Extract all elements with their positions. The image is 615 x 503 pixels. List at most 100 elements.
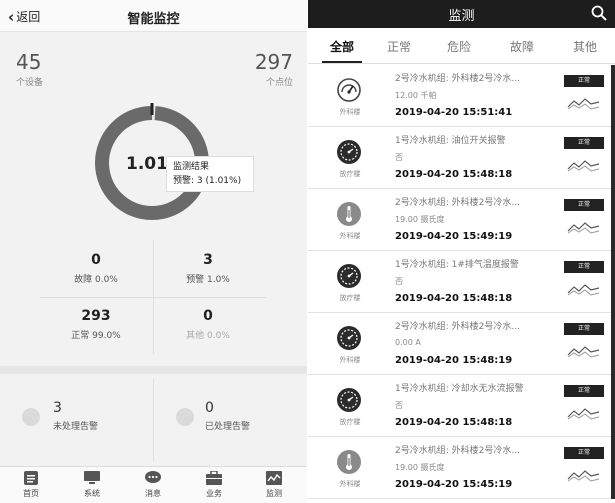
point-value: 19.00 摄氏度: [395, 215, 445, 224]
tab-home[interactable]: 首页: [11, 471, 51, 499]
building-label: 外科楼: [339, 480, 361, 488]
trend-chart-icon[interactable]: [566, 279, 602, 299]
dial-icon: [337, 140, 361, 164]
trend-chart-icon[interactable]: [566, 403, 602, 423]
status-badge: 正常: [564, 447, 604, 459]
point-count-label: 个点位: [265, 78, 293, 88]
search-icon[interactable]: [591, 5, 607, 21]
point-count: 297: [254, 50, 293, 74]
row-edge-indicator: [611, 251, 615, 313]
list-item[interactable]: 外科楼 2号冷水机组: 外科楼2号冷水... 19.00 摄氏度 2019-04-20…: [308, 437, 615, 499]
tab-other[interactable]: 其他: [560, 38, 610, 55]
list-item[interactable]: 放疗楼 1号冷水机组: 油位开关报警否 2019-04-20 15:48:18 正常: [308, 127, 615, 189]
tab-label: 系统: [84, 489, 100, 498]
point-timestamp: 2019-04-20 15:48:18: [395, 417, 513, 428]
list-item[interactable]: 外科楼 2号冷水机组: 外科楼2号冷水... 12.00 千帕 2019-04-20 …: [308, 65, 615, 127]
tab-label: 监测: [266, 489, 282, 498]
monitor-icon: [84, 471, 100, 484]
filter-tabs: 全部 正常 危险 故障 其他: [308, 28, 615, 64]
alert-bell-icon: [22, 408, 40, 426]
normal-label: 正常 99.0%: [71, 331, 121, 341]
dial-icon: [337, 326, 361, 350]
fault-label: 故障 0.0%: [74, 275, 118, 285]
page-title: 监测: [448, 9, 475, 24]
row-edge-indicator: [611, 189, 615, 251]
fault-count: 0: [91, 252, 101, 268]
point-timestamp: 2019-04-20 15:51:41: [395, 107, 513, 118]
donut-tooltip: 监测结果 预警: 3 (1.01%): [166, 156, 254, 192]
point-timestamp: 2019-04-20 15:48:19: [395, 355, 513, 366]
bottom-tab-bar: 首页 系统 消息 业务 监测: [0, 466, 307, 503]
point-timestamp: 2019-04-20 15:49:19: [395, 231, 513, 242]
tab-normal[interactable]: 正常: [374, 38, 424, 55]
building-label: 放疗楼: [339, 170, 361, 178]
unhandled-alert-count: 3: [53, 400, 62, 416]
point-timestamp: 2019-04-20 15:48:18: [395, 293, 513, 304]
device-count-label: 个设备: [16, 78, 44, 88]
trend-chart-icon[interactable]: [566, 93, 602, 113]
status-badge: 正常: [564, 323, 604, 335]
briefcase-icon: [206, 471, 222, 485]
tab-system[interactable]: 系统: [72, 471, 112, 499]
thermometer-icon: [337, 450, 361, 474]
thermometer-icon: [337, 202, 361, 226]
point-value: 否: [395, 277, 403, 286]
building-label: 放疗楼: [339, 294, 361, 302]
chat-icon: [145, 471, 161, 483]
point-title: 1号冷水机组: 冷却水无水流报警: [395, 384, 524, 394]
page-title: 智能监控: [127, 12, 180, 27]
tooltip-text: 预警: 3 (1.01%): [173, 176, 242, 186]
donut-center-value: 1.01: [126, 154, 168, 174]
gauge-icon: [337, 78, 361, 102]
point-timestamp: 2019-04-20 15:48:18: [395, 169, 513, 180]
check-circle-icon: [176, 408, 194, 426]
list-icon: [24, 471, 38, 485]
normal-count: 293: [81, 308, 111, 324]
row-edge-indicator: [611, 313, 615, 375]
trend-chart-icon[interactable]: [566, 217, 602, 237]
building-label: 外科楼: [339, 356, 361, 364]
tab-fault[interactable]: 故障: [497, 38, 547, 55]
tab-danger[interactable]: 危险: [434, 38, 484, 55]
tab-label: 首页: [23, 489, 39, 498]
point-title: 2号冷水机组: 外科楼2号冷水...: [395, 74, 520, 84]
point-value: 19.00 摄氏度: [395, 463, 445, 472]
dial-icon: [337, 388, 361, 412]
monitor-list-screen: 监测 全部 正常 危险 故障 其他 外科楼 2号冷水机组: 外科楼2号冷水... 1…: [308, 0, 615, 503]
tab-business[interactable]: 业务: [194, 471, 234, 499]
monitor-dashboard-screen: ‹ 返回 智能监控 45 个设备 297 个点位 1.01 监测结果 预警: 3…: [0, 0, 307, 503]
top-bar: ‹ 返回 智能监控: [0, 0, 307, 32]
point-title: 2号冷水机组: 外科楼2号冷水...: [395, 446, 520, 456]
point-title: 2号冷水机组: 外科楼2号冷水...: [395, 198, 520, 208]
unhandled-alert-label: 未处理告警: [53, 422, 99, 432]
trend-chart-icon[interactable]: [566, 341, 602, 361]
active-tab-indicator: [322, 61, 362, 63]
point-title: 2号冷水机组: 外科楼2号冷水...: [395, 322, 520, 332]
alerts-divider: [153, 378, 154, 462]
tab-all[interactable]: 全部: [317, 38, 367, 55]
top-bar: 监测: [308, 0, 615, 28]
list-item[interactable]: 放疗楼 1号冷水机组: 1#排气温度报警否 2019-04-20 15:48:18 正…: [308, 251, 615, 313]
tab-messages[interactable]: 消息: [133, 471, 173, 499]
status-badge: 正常: [564, 75, 604, 87]
warning-label: 预警 1.0%: [186, 275, 230, 285]
point-title: 1号冷水机组: 1#排气温度报警: [395, 260, 519, 270]
row-edge-indicator: [611, 437, 615, 499]
row-edge-indicator: [611, 375, 615, 437]
stats-divider-horizontal: [40, 297, 266, 298]
trend-chart-icon[interactable]: [566, 155, 602, 175]
status-badge: 正常: [564, 385, 604, 397]
list-item[interactable]: 放疗楼 1号冷水机组: 冷却水无水流报警否 2019-04-20 15:48:18 正…: [308, 375, 615, 437]
point-value: 12.00 千帕: [395, 91, 437, 100]
tab-monitor[interactable]: 监测: [254, 471, 294, 499]
list-item[interactable]: 外科楼 2号冷水机组: 外科楼2号冷水... 0.00 A 2019-04-20 15…: [308, 313, 615, 375]
point-value: 否: [395, 153, 403, 162]
trend-chart-icon[interactable]: [566, 465, 602, 485]
status-badge: 正常: [564, 137, 604, 149]
point-timestamp: 2019-04-20 15:45:19: [395, 479, 513, 490]
chart-icon: [266, 471, 282, 485]
handled-alert-count: 0: [205, 400, 214, 416]
list-item[interactable]: 外科楼 2号冷水机组: 外科楼2号冷水... 19.00 摄氏度 2019-04-20…: [308, 189, 615, 251]
dial-icon: [337, 264, 361, 288]
building-label: 外科楼: [339, 232, 361, 240]
